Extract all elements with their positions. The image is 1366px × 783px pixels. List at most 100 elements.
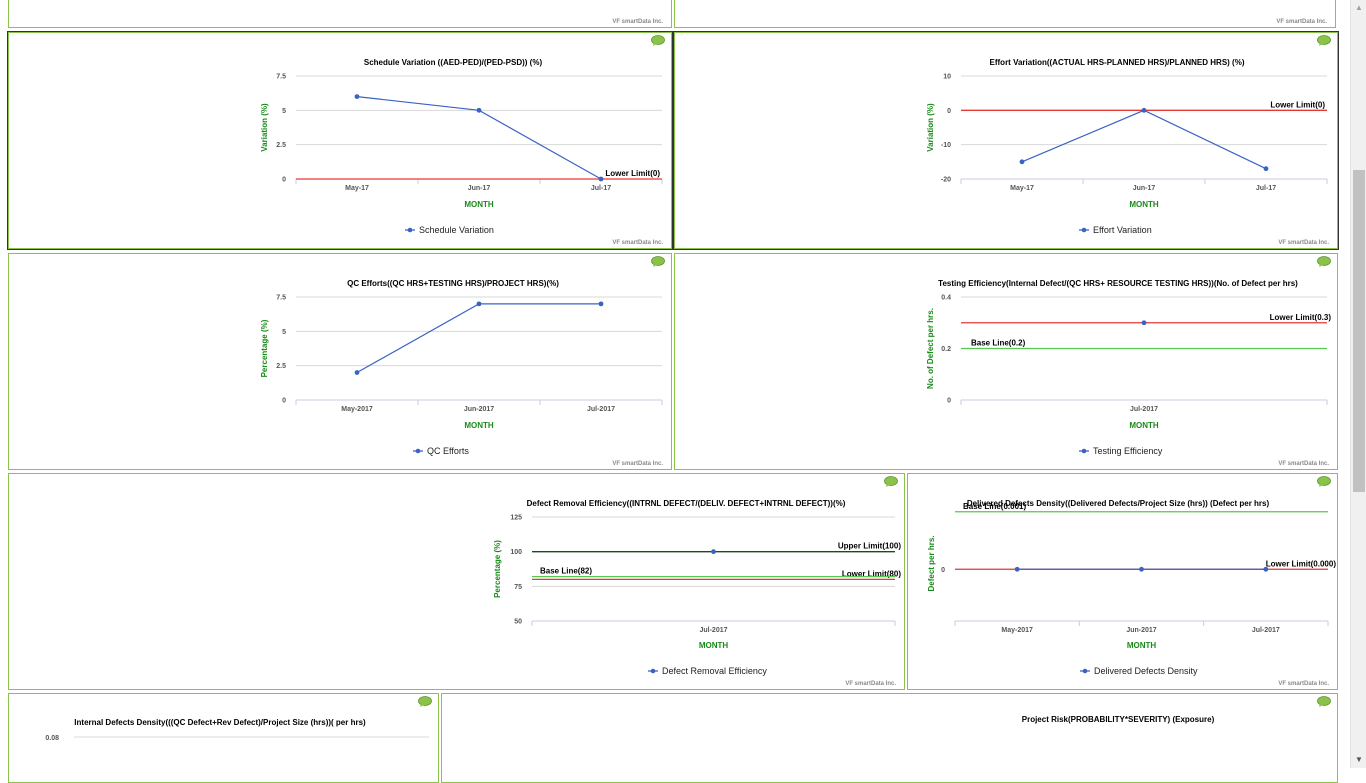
base-limit-label: Base Line(0.001) (963, 502, 1026, 511)
chart-title: Testing Efficiency(Internal Defect/(QC H… (938, 279, 1298, 288)
legend-marker (1081, 227, 1087, 233)
y-axis-title: Percentage (%) (260, 319, 269, 377)
x-axis-title: MONTH (1129, 421, 1159, 430)
credit-label: VF smartData Inc. (1278, 461, 1329, 467)
legend-label: Schedule Variation (419, 225, 494, 235)
effort-variation-panel: Effort Variation((ACTUAL HRS-PLANNED HRS… (673, 31, 1339, 250)
data-point (476, 301, 482, 307)
scrollbar-thumb[interactable] (1353, 170, 1365, 492)
qc-efforts-chart: QC Efforts((QC HRS+TESTING HRS)/PROJECT … (260, 279, 663, 456)
internal-defects-density-chart: Internal Defects Density(((QC Defect+Rev… (45, 718, 429, 742)
chart-title: QC Efforts((QC HRS+TESTING HRS)/PROJECT … (347, 279, 559, 288)
y-tick-label: 0 (947, 108, 951, 115)
y-tick-label: 7.5 (276, 295, 286, 302)
comment-bubble-icon[interactable] (651, 35, 665, 46)
y-tick-label: 75 (514, 584, 522, 591)
series-line (356, 303, 601, 374)
chart-title: Effort Variation((ACTUAL HRS-PLANNED HRS… (990, 58, 1245, 67)
schedule-variation-panel: Schedule Variation ((AED-PED)/(PED-PSD))… (7, 31, 673, 250)
y-tick-label: 10 (943, 74, 951, 81)
y-tick-label: 2.5 (276, 142, 286, 149)
legend-marker (650, 668, 656, 674)
lower-limit-label: Lower Limit(0.3) (1270, 313, 1332, 322)
x-tick-label: May-2017 (341, 406, 373, 413)
x-tick-label: May-2017 (1001, 627, 1033, 634)
y-axis-title: No. of Defect per hrs. (926, 308, 935, 389)
x-tick-label: Jun-2017 (464, 406, 494, 413)
data-point (1263, 566, 1269, 572)
credit-label: VF smartData Inc. (845, 681, 896, 687)
x-tick-label: Jul-2017 (1130, 406, 1158, 413)
chart-content: Defect Removal Efficiency((INTRNL DEFECT… (493, 499, 901, 676)
chart-content: Schedule Variation ((AED-PED)/(PED-PSD))… (260, 58, 663, 235)
comment-bubble-icon[interactable] (651, 256, 665, 267)
comment-bubble-icon[interactable] (1317, 35, 1331, 46)
y-tick-label: 0 (282, 398, 286, 405)
effort-variation-chart: Effort Variation((ACTUAL HRS-PLANNED HRS… (926, 58, 1328, 235)
x-axis-title: MONTH (1129, 200, 1159, 209)
lower-limit-label: Lower Limit(0) (605, 169, 660, 178)
x-tick-label: Jul-2017 (699, 627, 727, 634)
chart-content: Delivered Defects Density((Delivered Def… (927, 499, 1336, 676)
y-tick-label: 0 (282, 177, 286, 184)
testing-efficiency-panel: Testing Efficiency(Internal Defect/(QC H… (674, 253, 1338, 470)
x-tick-label: May-17 (1010, 185, 1034, 192)
comment-bubble-icon[interactable] (1317, 476, 1331, 487)
y-tick-label: 0.08 (45, 735, 59, 742)
chart-title: Schedule Variation ((AED-PED)/(PED-PSD))… (364, 58, 543, 67)
y-tick-label: 100 (510, 549, 522, 556)
y-axis-title: Defect per hrs. (927, 535, 936, 591)
y-axis-title: Variation (%) (260, 103, 269, 152)
panel-top-left-partial: VF smartData Inc. (8, 0, 672, 28)
vertical-scrollbar[interactable]: ▲ ▼ (1350, 0, 1366, 768)
delivered-defects-density-panel: Delivered Defects Density((Delivered Def… (907, 473, 1338, 690)
scroll-up-arrow-icon[interactable]: ▲ (1351, 0, 1366, 16)
data-point (1141, 320, 1147, 326)
chart-content: Testing Efficiency(Internal Defect/(QC H… (926, 279, 1331, 456)
data-point (476, 107, 482, 113)
y-tick-label: -10 (941, 142, 951, 149)
scroll-down-arrow-icon[interactable]: ▼ (1351, 752, 1366, 768)
legend-marker (1082, 668, 1088, 674)
legend-marker (1081, 448, 1087, 454)
series-line (1021, 109, 1267, 170)
credit-label: VF smartData Inc. (1276, 19, 1327, 25)
x-axis-title: MONTH (464, 200, 494, 209)
data-point (598, 176, 604, 182)
defect-removal-efficiency-panel: Defect Removal Efficiency((INTRNL DEFECT… (8, 473, 905, 690)
y-tick-label: 0 (941, 567, 945, 574)
project-risk-panel: Project Risk(PROBABILITY*SEVERITY) (Expo… (441, 693, 1338, 783)
data-point (1139, 566, 1144, 572)
x-tick-label: Jul-17 (1256, 185, 1276, 192)
data-point (1019, 159, 1025, 165)
y-tick-label: 0.4 (941, 295, 951, 302)
x-tick-label: Jun-2017 (1126, 627, 1156, 634)
credit-label: VF smartData Inc. (612, 461, 663, 467)
comment-bubble-icon[interactable] (1317, 256, 1331, 267)
x-tick-label: Jul-17 (591, 185, 611, 192)
legend-label: Defect Removal Efficiency (662, 666, 767, 676)
upper-limit-label: Upper Limit(100) (838, 542, 901, 551)
internal-defects-density-panel: Internal Defects Density(((QC Defect+Rev… (8, 693, 439, 783)
data-point (711, 549, 716, 555)
y-tick-label: 7.5 (276, 74, 286, 81)
legend-label: QC Efforts (427, 446, 469, 456)
project-risk-chart: Project Risk(PROBABILITY*SEVERITY) (Expo… (1022, 715, 1215, 724)
lower-limit-label: Lower Limit(0.000) (1266, 559, 1337, 568)
data-point (1014, 566, 1020, 572)
comment-bubble-icon[interactable] (418, 696, 432, 707)
data-point (598, 301, 604, 307)
x-tick-label: May-17 (345, 185, 369, 192)
comment-bubble-icon[interactable] (884, 476, 898, 487)
data-point (1263, 166, 1269, 172)
credit-label: VF smartData Inc. (1278, 240, 1329, 246)
legend-label: Delivered Defects Density (1094, 666, 1198, 676)
legend-marker (415, 448, 421, 454)
x-tick-label: Jun-17 (1133, 185, 1156, 192)
lower-limit-label: Lower Limit(0) (1270, 100, 1325, 109)
y-tick-label: 2.5 (276, 363, 286, 370)
chart-title: Defect Removal Efficiency((INTRNL DEFECT… (527, 499, 846, 508)
data-point (354, 370, 360, 375)
data-point (1141, 107, 1147, 113)
comment-bubble-icon[interactable] (1317, 696, 1331, 707)
